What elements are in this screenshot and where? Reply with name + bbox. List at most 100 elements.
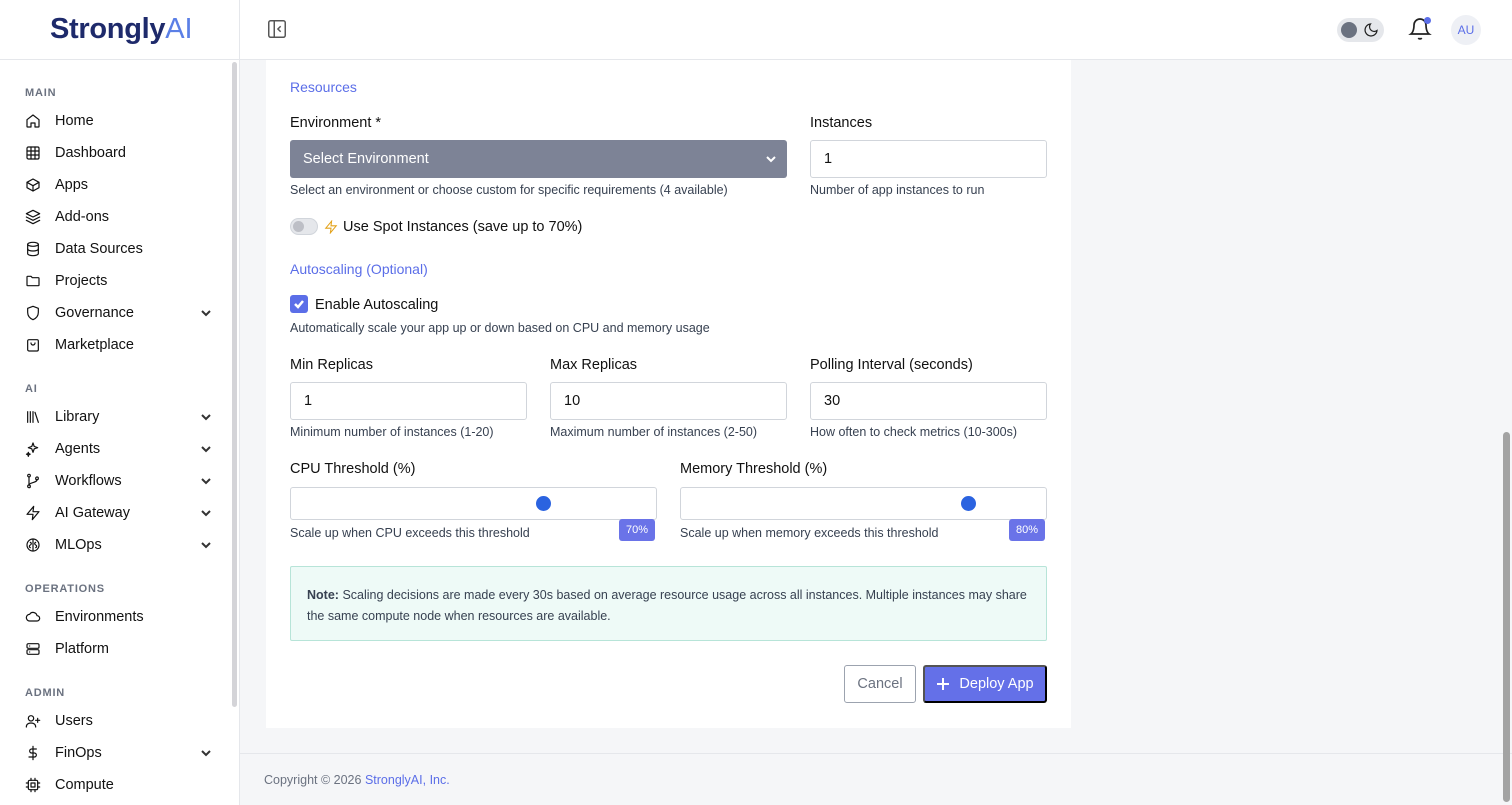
- sidebar-item-label: Dashboard: [55, 145, 126, 161]
- spot-instances-toggle[interactable]: [290, 218, 318, 235]
- note-label: Note:: [307, 588, 339, 602]
- brand-logo[interactable]: Strongly AI: [0, 0, 239, 60]
- sidebar-section-admin: ADMIN: [25, 687, 66, 699]
- max-replicas-hint: Maximum number of instances (2-50): [550, 425, 758, 439]
- autoscaling-section-title: Autoscaling (Optional): [290, 261, 428, 277]
- brand-name-bold: Strongly: [50, 13, 166, 45]
- environment-hint: Select an environment or choose custom f…: [290, 183, 728, 197]
- environment-select[interactable]: Select Environment: [290, 140, 787, 178]
- memory-threshold-slider[interactable]: [680, 487, 1047, 520]
- enable-autoscaling-checkbox[interactable]: [290, 295, 308, 313]
- chevron-down-icon: [765, 153, 777, 165]
- notification-dot: [1424, 17, 1431, 24]
- layers-icon: [25, 209, 41, 225]
- deploy-form-card: Resources Environment * Select Environme…: [266, 60, 1071, 728]
- polling-interval-label: Polling Interval (seconds): [810, 357, 973, 373]
- user-plus-icon: [25, 713, 41, 729]
- notifications-bell-icon[interactable]: [1408, 17, 1432, 41]
- check-icon: [294, 300, 304, 309]
- shopping-bag-icon: [25, 337, 41, 353]
- top-bar: AU: [240, 0, 1512, 60]
- sidebar-item-label: MLOps: [55, 537, 102, 553]
- sidebar-item-label: FinOps: [55, 745, 102, 761]
- main-scrollbar[interactable]: [1503, 432, 1510, 802]
- grid-icon: [25, 145, 41, 161]
- cpu-slider-thumb[interactable]: [536, 496, 551, 511]
- sidebar-section-main: MAIN: [25, 87, 57, 99]
- instances-input[interactable]: 1: [810, 140, 1047, 178]
- sidebar-item-platform[interactable]: Platform: [25, 635, 215, 663]
- min-replicas-input[interactable]: 1: [290, 382, 527, 420]
- sidebar-item-governance[interactable]: Governance: [25, 299, 215, 327]
- sidebar-item-add-ons[interactable]: Add-ons: [25, 203, 215, 231]
- environment-select-value: Select Environment: [303, 151, 429, 167]
- chevron-down-icon[interactable]: [199, 442, 213, 456]
- cpu-threshold-label: CPU Threshold (%): [290, 461, 416, 477]
- enable-autoscaling-hint: Automatically scale your app up or down …: [290, 321, 710, 335]
- sidebar-item-label: Platform: [55, 641, 109, 657]
- theme-toggle[interactable]: [1337, 18, 1384, 42]
- chevron-down-icon[interactable]: [199, 306, 213, 320]
- sidebar-item-mlops[interactable]: MLOps: [25, 531, 215, 559]
- sidebar-item-environments[interactable]: Environments: [25, 603, 215, 631]
- sidebar-item-data-sources[interactable]: Data Sources: [25, 235, 215, 263]
- sidebar-item-library[interactable]: Library: [25, 403, 215, 431]
- chevron-down-icon[interactable]: [199, 410, 213, 424]
- sidebar-item-marketplace[interactable]: Marketplace: [25, 331, 215, 359]
- sidebar-scrollbar[interactable]: [232, 62, 237, 707]
- sidebar-item-label: Marketplace: [55, 337, 134, 353]
- footer-divider: [240, 753, 1512, 754]
- sidebar-item-label: Home: [55, 113, 94, 129]
- sidebar-section-operations: OPERATIONS: [25, 583, 105, 595]
- sidebar-item-ai-gateway[interactable]: AI Gateway: [25, 499, 215, 527]
- box-icon: [25, 177, 41, 193]
- theme-toggle-knob: [1341, 22, 1357, 38]
- sidebar-item-label: Add-ons: [55, 209, 110, 225]
- max-replicas-input[interactable]: 10: [550, 382, 787, 420]
- chevron-down-icon[interactable]: [199, 474, 213, 488]
- sidebar-item-workflows[interactable]: Workflows: [25, 467, 215, 495]
- cancel-button[interactable]: Cancel: [844, 665, 916, 703]
- min-replicas-label: Min Replicas: [290, 357, 373, 373]
- home-icon: [25, 113, 41, 129]
- chevron-down-icon[interactable]: [199, 506, 213, 520]
- sidebar-collapse-icon[interactable]: [266, 18, 288, 40]
- polling-interval-input[interactable]: 30: [810, 382, 1047, 420]
- folder-icon: [25, 273, 41, 289]
- cpu-threshold-badge: 70%: [619, 519, 656, 541]
- sidebar-item-home[interactable]: Home: [25, 107, 215, 135]
- chevron-down-icon[interactable]: [199, 746, 213, 760]
- cpu-threshold-hint: Scale up when CPU exceeds this threshold: [290, 526, 530, 540]
- chevron-down-icon[interactable]: [199, 538, 213, 552]
- cpu-threshold-slider[interactable]: [290, 487, 657, 520]
- max-replicas-label: Max Replicas: [550, 357, 638, 373]
- memory-threshold-badge: 80%: [1009, 519, 1046, 541]
- moon-icon: [1363, 22, 1379, 38]
- cpu-icon: [25, 777, 41, 793]
- sidebar-item-dashboard[interactable]: Dashboard: [25, 139, 215, 167]
- sidebar-item-finops[interactable]: FinOps: [25, 739, 215, 767]
- memory-threshold-label: Memory Threshold (%): [680, 461, 828, 477]
- user-avatar[interactable]: AU: [1451, 15, 1481, 45]
- plus-icon: [937, 678, 950, 690]
- sidebar-item-projects[interactable]: Projects: [25, 267, 215, 295]
- sidebar: Strongly AI MAIN Home Dashboard Apps Add-ons D…: [0, 0, 240, 805]
- sidebar-item-compute[interactable]: Compute: [25, 771, 215, 799]
- company-link[interactable]: StronglyAI, Inc.: [365, 773, 450, 787]
- sidebar-item-agents[interactable]: Agents: [25, 435, 215, 463]
- sidebar-item-label: Data Sources: [55, 241, 143, 257]
- sidebar-nav: MAIN Home Dashboard Apps Add-ons Data Sources…: [0, 60, 230, 805]
- shield-icon: [25, 305, 41, 321]
- footer: Copyright © 2026 StronglyAI, Inc.: [264, 773, 450, 787]
- brand-name-light: AI: [165, 13, 193, 45]
- deploy-app-button[interactable]: Deploy App: [923, 665, 1047, 703]
- zap-icon: [25, 505, 41, 521]
- sidebar-item-apps[interactable]: Apps: [25, 171, 215, 199]
- sidebar-item-users[interactable]: Users: [25, 707, 215, 735]
- git-branch-icon: [25, 473, 41, 489]
- sidebar-item-label: Environments: [55, 609, 144, 625]
- polling-interval-hint: How often to check metrics (10-300s): [810, 425, 1018, 439]
- sidebar-item-label: Projects: [55, 273, 108, 289]
- memory-slider-thumb[interactable]: [961, 496, 976, 511]
- database-icon: [25, 241, 41, 257]
